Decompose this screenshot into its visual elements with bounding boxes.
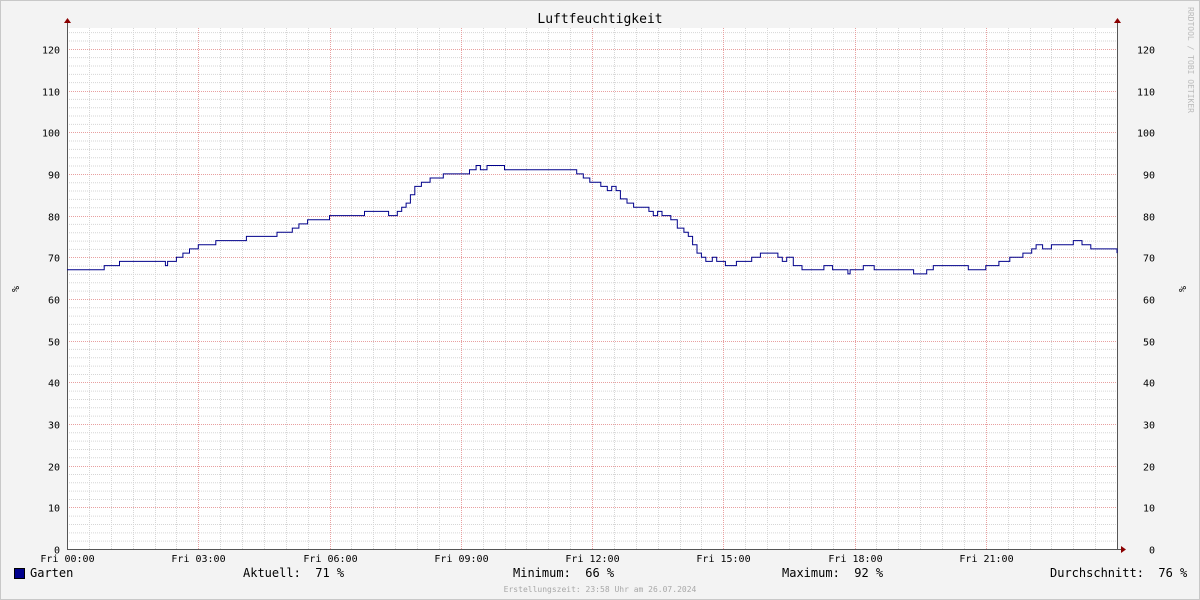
y-tick-label-left: 100 <box>42 129 60 140</box>
y-tick-label-right: 60 <box>1143 296 1155 307</box>
x-tick-label: Fri 21:00 <box>959 554 1013 565</box>
watermark: RRDTOOL / TOBI OETIKER <box>1186 7 1195 113</box>
y-tick-label-right: 70 <box>1143 254 1155 265</box>
x-tick-label: Fri 03:00 <box>171 554 225 565</box>
y-tick-label-right: 100 <box>1137 129 1155 140</box>
y-tick-label-right: 110 <box>1137 88 1155 99</box>
y-tick-label-left: 60 <box>48 296 60 307</box>
y-tick-label-left: 90 <box>48 171 60 182</box>
humidity-chart: 0 010 1020 2030 3040 4050 5060 6070 7080 8090 9010… <box>9 7 1195 565</box>
y-tick-label-right: 120 <box>1137 46 1155 57</box>
legend-minimum: Minimum: 66 % <box>513 566 615 580</box>
y-axis-label-right: % <box>1176 286 1187 292</box>
y-axis-arrow-right <box>1114 18 1121 23</box>
x-axis-arrow <box>1121 546 1126 553</box>
x-tick-label: Fri 15:00 <box>696 554 750 565</box>
x-tick-label: Fri 12:00 <box>565 554 619 565</box>
creation-timestamp: Erstellungszeit: 23:58 Uhr am 26.07.2024 <box>503 585 697 594</box>
y-tick-label-left: 70 <box>48 254 60 265</box>
y-tick-label-left: 40 <box>48 379 60 390</box>
y-tick-label-left: 10 <box>48 504 60 515</box>
y-tick-label-right: 90 <box>1143 171 1155 182</box>
y-tick-label-left: 50 <box>48 338 60 349</box>
x-tick-labels: Fri 00:00 Fri 03:00 Fri 06:00 Fri 09:00 Fri … <box>40 554 1013 565</box>
y-tick-label-right: 0 <box>1149 546 1155 557</box>
y-tick-label-left: 30 <box>48 421 60 432</box>
legend-maximum: Maximum: 92 % <box>782 566 884 580</box>
chart-title: Luftfeuchtigkeit <box>537 12 662 27</box>
y-axis-label-left: % <box>9 286 20 292</box>
x-tick-label: Fri 09:00 <box>434 554 488 565</box>
legend: Garten Aktuell: 71 % Minimum: 66 % Maxim… <box>0 566 1200 584</box>
y-tick-label-left: 120 <box>42 46 60 57</box>
legend-series-name: Garten <box>30 566 74 580</box>
y-tick-label-right: 20 <box>1143 463 1155 474</box>
x-tick-label: Fri 00:00 <box>40 554 94 565</box>
y-tick-label-left: 80 <box>48 213 60 224</box>
y-tick-label-right: 40 <box>1143 379 1155 390</box>
x-tick-label: Fri 18:00 <box>828 554 882 565</box>
y-tick-label-right: 10 <box>1143 504 1155 515</box>
legend-average: Durchschnitt: 76 % <box>1050 566 1188 580</box>
grid <box>67 28 1117 550</box>
legend-swatch-garten <box>14 568 25 579</box>
legend-current: Aktuell: 71 % <box>243 566 345 580</box>
y-tick-label-left: 110 <box>42 88 60 99</box>
y-tick-label-right: 80 <box>1143 213 1155 224</box>
x-tick-label: Fri 06:00 <box>303 554 357 565</box>
y-axis-arrow-left <box>64 18 71 23</box>
y-tick-label-right: 30 <box>1143 421 1155 432</box>
y-tick-label-left: 20 <box>48 463 60 474</box>
y-tick-label-right: 50 <box>1143 338 1155 349</box>
